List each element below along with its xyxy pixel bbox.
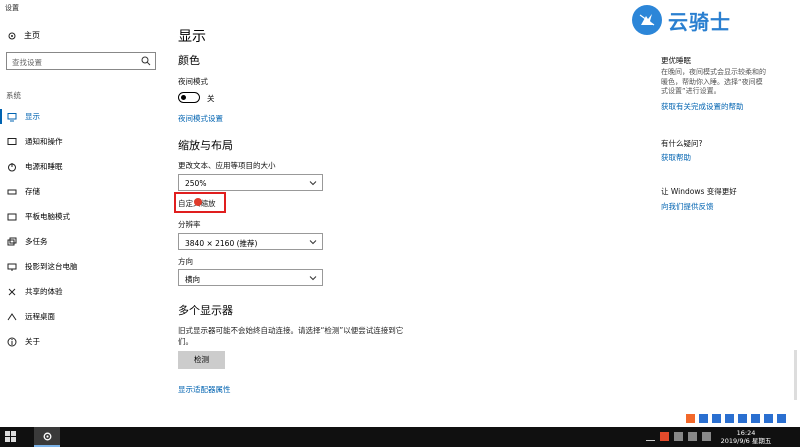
ime-indicator-icon[interactable] <box>702 432 711 441</box>
color-heading: 颜色 <box>178 54 200 67</box>
page-title: 显示 <box>178 29 206 45</box>
tablet-icon <box>7 213 17 220</box>
highlight-box <box>174 192 226 213</box>
ime-toolbar <box>686 412 794 424</box>
sidebar-item-notifications[interactable]: 通知和操作 <box>0 129 165 154</box>
adapter-properties-link[interactable]: 显示适配器属性 <box>178 384 231 395</box>
orientation-label: 方向 <box>178 257 193 266</box>
sidebar-item-label: 通知和操作 <box>25 137 63 146</box>
home-label: 主页 <box>24 31 40 40</box>
sidebar-item-label: 电源和睡眠 <box>25 162 63 171</box>
sidebar-item-remote[interactable]: 远程桌面 <box>0 304 165 329</box>
feedback-link[interactable]: 向我们提供反馈 <box>661 201 714 212</box>
toolbox-icon[interactable] <box>777 413 786 423</box>
get-help-link[interactable]: 获取帮助 <box>661 152 691 163</box>
scale-dropdown[interactable]: 250% <box>178 174 323 191</box>
sidebar-item-multitask[interactable]: 多任务 <box>0 229 165 254</box>
sidebar: 主页 查找设置 系统 显示 通知和操作 电源和睡眠 存储 平板电脑模式 多任务 <box>0 18 165 425</box>
home-nav[interactable]: 主页 <box>7 30 40 41</box>
system-tray <box>646 432 711 441</box>
size-label: 更改文本、应用等项目的大小 <box>178 161 276 170</box>
sidebar-item-label: 关于 <box>25 337 40 346</box>
sidebar-item-storage[interactable]: 存储 <box>0 179 165 204</box>
orientation-dropdown[interactable]: 横向 <box>178 269 323 286</box>
power-icon <box>8 162 16 171</box>
night-light-state: 关 <box>207 94 215 103</box>
info-icon <box>7 337 17 346</box>
toggle-knob <box>181 94 186 100</box>
orientation-value: 横向 <box>185 275 200 284</box>
chevron-up-icon[interactable] <box>646 432 655 441</box>
share-icon <box>8 288 16 295</box>
network-icon[interactable] <box>674 432 683 441</box>
clock-time: 16:24 <box>736 429 756 437</box>
windows-start-icon[interactable] <box>5 431 16 442</box>
ime-mode-icon[interactable] <box>699 413 708 423</box>
settings-taskbar-button[interactable] <box>34 427 60 447</box>
sidebar-item-label: 远程桌面 <box>25 312 55 321</box>
sidebar-item-display[interactable]: 显示 <box>0 104 165 129</box>
chevron-down-icon <box>309 240 317 245</box>
multi-display-heading: 多个显示器 <box>178 304 233 317</box>
gear-icon <box>8 32 16 39</box>
night-light-label: 夜间模式 <box>178 77 208 86</box>
project-icon <box>7 263 17 271</box>
volume-icon[interactable] <box>688 432 697 441</box>
search-input[interactable]: 查找设置 <box>6 52 156 70</box>
clock-date: 2019/9/6 星期五 <box>720 437 772 445</box>
app-tray-icon[interactable] <box>660 432 669 441</box>
question-heading: 有什么疑问? <box>661 139 703 148</box>
window-title: 设置 <box>5 4 19 12</box>
keyboard-icon[interactable] <box>751 413 760 423</box>
punctuation-icon[interactable] <box>712 413 721 423</box>
clock[interactable]: 16:24 2019/9/6 星期五 <box>716 429 776 445</box>
section-label: 系统 <box>6 91 21 100</box>
sidebar-item-label: 投影到这台电脑 <box>25 262 78 271</box>
scale-heading: 缩放与布局 <box>178 139 233 152</box>
search-icon <box>141 56 151 66</box>
resolution-value: 3840 × 2160 (推荐) <box>185 239 258 248</box>
search-placeholder: 查找设置 <box>12 58 42 67</box>
sidebar-item-label: 多任务 <box>25 237 48 246</box>
multi-display-description: 旧式显示器可能不会始终自动连接。请选择“检测”以便尝试连接到它们。 <box>178 326 404 346</box>
multitask-icon <box>7 237 17 245</box>
monitor-icon <box>7 112 17 121</box>
resolution-label: 分辨率 <box>178 220 201 229</box>
night-light-toggle[interactable] <box>178 92 200 103</box>
detect-button[interactable]: 检测 <box>178 351 225 369</box>
nav-list: 显示 通知和操作 电源和睡眠 存储 平板电脑模式 多任务 投影到这台电脑 共享的… <box>0 104 165 354</box>
sleep-help-link[interactable]: 获取有关完成设置的帮助 <box>661 101 744 112</box>
sidebar-item-project[interactable]: 投影到这台电脑 <box>0 254 165 279</box>
taskbar: 16:24 2019/9/6 星期五 <box>0 427 800 447</box>
sleep-text: 在晚间，夜间模式会显示较柔和的暖色，帮助你入睡。选择“夜间模式设置”进行设置。 <box>661 68 766 95</box>
sidebar-item-label: 存储 <box>25 187 40 196</box>
sidebar-item-label: 显示 <box>25 112 40 121</box>
improve-heading: 让 Windows 变得更好 <box>661 187 737 196</box>
right-panel: 更优睡眠 在晚间，夜间模式会显示较柔和的暖色，帮助你入睡。选择“夜间模式设置”进… <box>661 0 796 425</box>
notification-icon <box>7 137 17 145</box>
sidebar-item-share[interactable]: 共享的体验 <box>0 279 165 304</box>
sidebar-item-label: 共享的体验 <box>25 287 63 296</box>
scale-value: 250% <box>185 179 207 188</box>
remote-icon <box>7 312 17 320</box>
sogou-icon[interactable] <box>686 413 695 423</box>
microphone-icon[interactable] <box>738 413 747 423</box>
scrollbar-thumb[interactable] <box>794 350 797 400</box>
sleep-heading: 更优睡眠 <box>661 56 691 65</box>
chevron-down-icon <box>309 181 317 186</box>
sidebar-item-power[interactable]: 电源和睡眠 <box>0 154 165 179</box>
skin-icon[interactable] <box>764 413 773 423</box>
sidebar-item-label: 平板电脑模式 <box>25 212 70 221</box>
storage-icon <box>7 189 17 194</box>
main-content: 显示 颜色 夜间模式 关 夜间模式设置 缩放与布局 更改文本、应用等项目的大小 … <box>174 0 638 425</box>
emoji-icon[interactable] <box>725 413 734 423</box>
chevron-down-icon <box>309 276 317 281</box>
scrollbar[interactable] <box>793 20 798 420</box>
night-light-settings-link[interactable]: 夜间模式设置 <box>178 113 223 124</box>
cursor-marker <box>194 198 202 206</box>
gear-icon <box>43 432 51 440</box>
resolution-dropdown[interactable]: 3840 × 2160 (推荐) <box>178 233 323 250</box>
sidebar-item-tablet[interactable]: 平板电脑模式 <box>0 204 165 229</box>
sidebar-item-about[interactable]: 关于 <box>0 329 165 354</box>
